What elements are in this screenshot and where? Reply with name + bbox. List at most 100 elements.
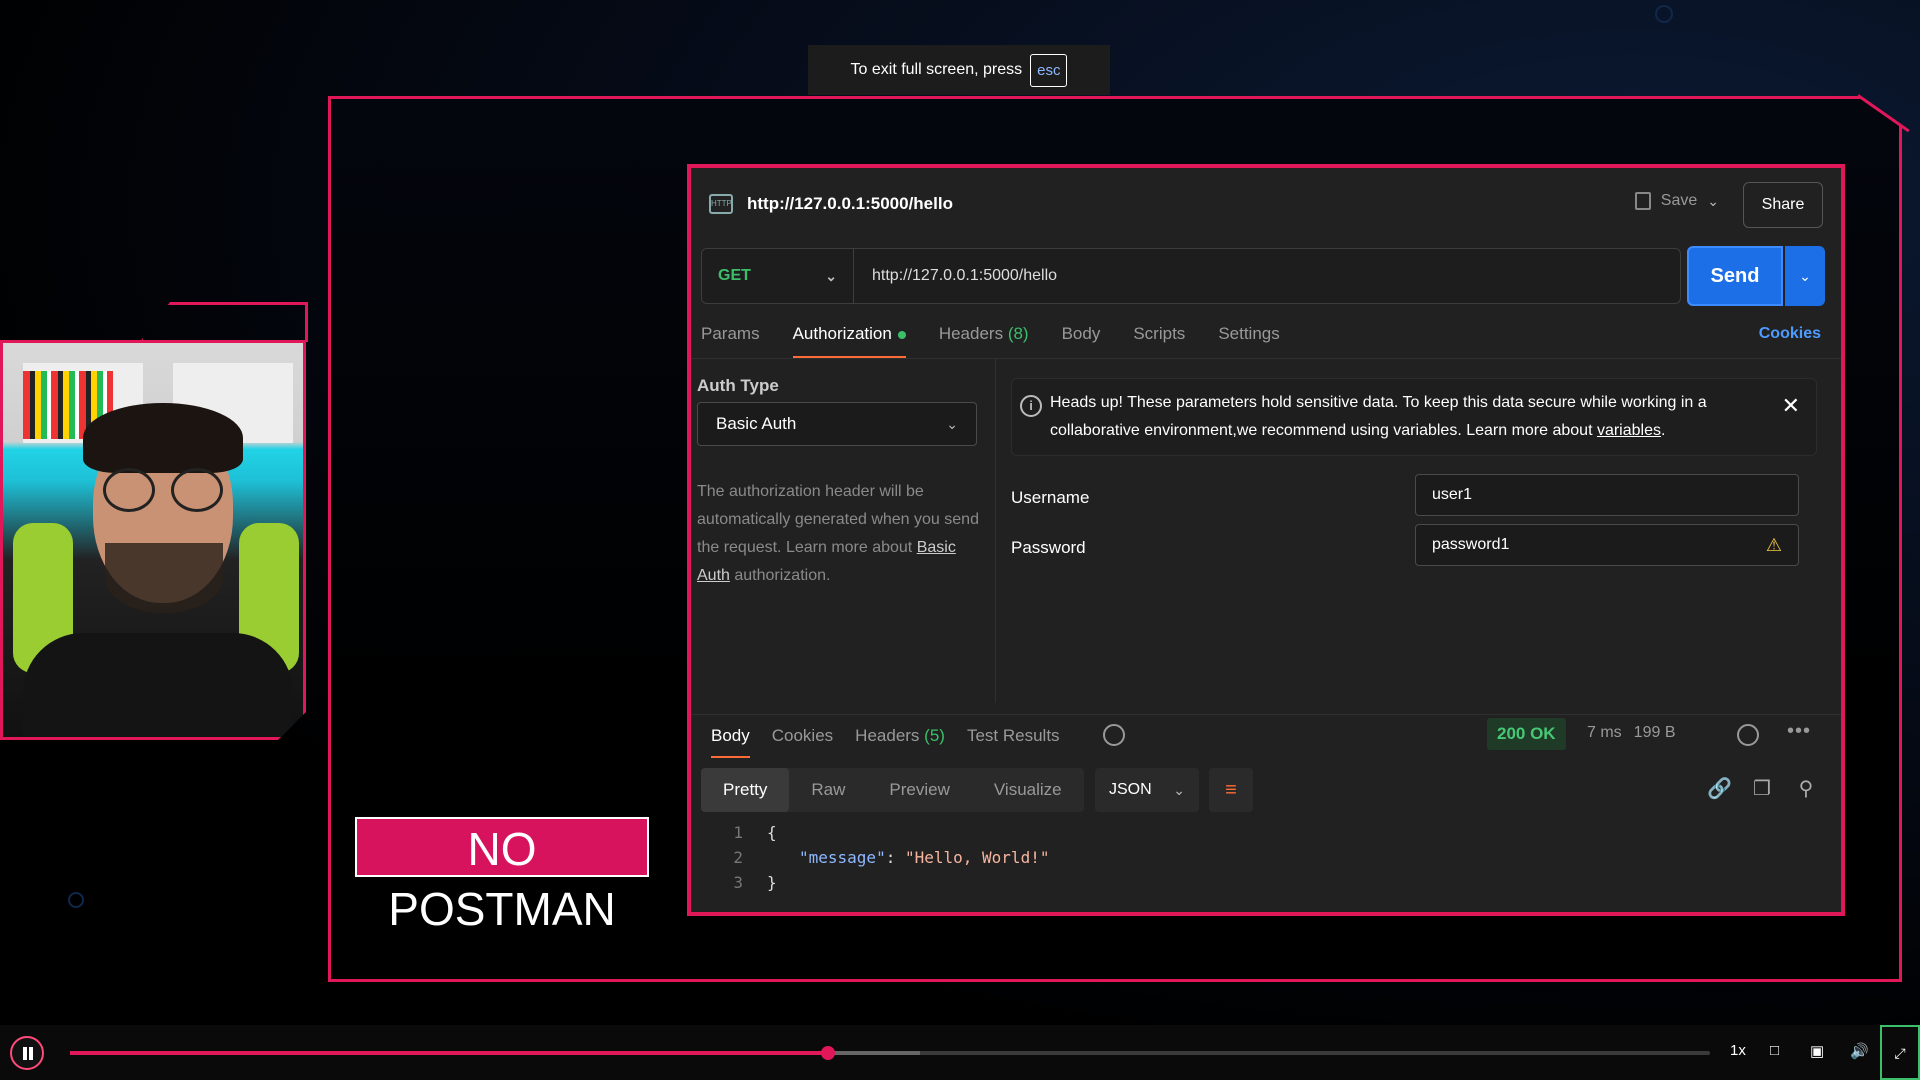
code-text: {: [767, 823, 777, 842]
resp-tab-test-results[interactable]: Test Results: [967, 726, 1060, 746]
more-icon[interactable]: •••: [1787, 720, 1811, 743]
auth-type-select[interactable]: Basic Auth ⌄: [697, 402, 977, 446]
url-bar: GET ⌄ http://127.0.0.1:5000/hello: [701, 248, 1681, 304]
auth-description: The authorization header will be automat…: [697, 478, 987, 590]
tab-count: (8): [1007, 324, 1029, 343]
seek-bar[interactable]: [70, 1046, 1710, 1060]
method-select[interactable]: GET ⌄: [702, 249, 854, 303]
variables-link[interactable]: variables: [1597, 422, 1661, 439]
globe-icon[interactable]: [1737, 724, 1759, 746]
line-number: 3: [733, 873, 743, 892]
chevron-down-icon: ⌄: [946, 415, 958, 432]
player-controls: 1x □ ▣ 🔊 ⤢: [0, 1025, 1920, 1080]
chevron-down-icon: ⌄: [825, 267, 837, 284]
background-dot: [1655, 5, 1673, 23]
json-sep: :: [885, 848, 905, 867]
banner-text: Heads up! These parameters hold sensitiv…: [1050, 389, 1780, 445]
url-input[interactable]: http://127.0.0.1:5000/hello: [854, 267, 1057, 285]
response-meta: 7 ms 199 B: [1587, 724, 1675, 742]
method-value: GET: [718, 267, 751, 284]
view-preview[interactable]: Preview: [867, 768, 971, 812]
tab-label: Headers: [938, 324, 1004, 343]
view-pretty[interactable]: Pretty: [701, 768, 790, 812]
tab-label: Headers: [855, 726, 920, 745]
glasses-right: [171, 468, 223, 512]
code-line: 2 "message" : "Hello, World!": [711, 845, 1811, 870]
status-badge: 200 OK: [1487, 718, 1566, 750]
password-value: password1: [1432, 536, 1510, 553]
tab-label: Body: [1061, 324, 1101, 343]
resp-tab-headers[interactable]: Headers (5): [855, 726, 945, 746]
warning-icon[interactable]: ⚠: [1766, 535, 1782, 556]
line-number: 1: [733, 823, 743, 842]
save-icon: [1634, 192, 1651, 210]
tab-headers[interactable]: Headers (8): [939, 320, 1029, 360]
tab-count: (5): [924, 726, 945, 745]
pause-button[interactable]: [10, 1036, 44, 1070]
share-button[interactable]: Share: [1743, 182, 1823, 228]
search-icon[interactable]: ⚲: [1795, 778, 1817, 800]
http-icon: HTTP: [709, 194, 733, 214]
captions-icon[interactable]: □: [1770, 1042, 1779, 1059]
copy-icon[interactable]: ❐: [1751, 778, 1773, 800]
line-number: 2: [733, 848, 743, 867]
glasses-left: [103, 468, 155, 512]
username-value: user1: [1432, 486, 1473, 503]
link-icon[interactable]: 🔗: [1707, 778, 1732, 800]
json-value: "Hello, World!": [904, 848, 1050, 867]
cookies-link[interactable]: Cookies: [1759, 320, 1821, 348]
active-dot-icon: [897, 330, 906, 339]
seek-knob[interactable]: [820, 1046, 835, 1060]
tab-label: Settings: [1218, 324, 1280, 343]
request-title[interactable]: http://127.0.0.1:5000/hello: [747, 194, 953, 214]
format-value: JSON: [1109, 781, 1152, 798]
resp-tab-body[interactable]: Body: [711, 726, 750, 758]
json-key: "message": [799, 848, 886, 867]
toast-text: To exit full screen, press: [850, 61, 1023, 78]
volume-icon[interactable]: 🔊: [1850, 1042, 1869, 1060]
username-field[interactable]: user1: [1415, 474, 1799, 516]
response-time: 7 ms: [1587, 724, 1622, 741]
pip-icon[interactable]: ▣: [1810, 1042, 1824, 1060]
beard: [105, 543, 223, 613]
banner-end: .: [1660, 422, 1666, 439]
chevron-down-icon: ⌄: [1173, 781, 1185, 798]
save-label: Save: [1660, 192, 1698, 209]
postman-window: HTTP http://127.0.0.1:5000/hello Save ⌄ …: [687, 164, 1845, 916]
shirt: [23, 633, 293, 740]
tab-scripts[interactable]: Scripts: [1133, 320, 1185, 360]
tab-authorization[interactable]: Authorization: [792, 320, 907, 360]
sensitive-data-banner: i Heads up! These parameters hold sensit…: [1011, 378, 1817, 456]
format-select[interactable]: JSON ⌄: [1095, 768, 1199, 812]
tab-params[interactable]: Params: [701, 320, 760, 360]
request-tabs: Params Authorization Headers (8) Body Sc…: [701, 320, 1831, 360]
view-raw[interactable]: Raw: [789, 768, 867, 812]
send-dropdown-button[interactable]: ⌄: [1785, 246, 1825, 306]
exit-fullscreen-icon[interactable]: ⤢: [1880, 1025, 1920, 1080]
history-icon[interactable]: [1103, 724, 1125, 746]
hair: [83, 403, 243, 473]
username-label: Username: [1011, 488, 1090, 507]
close-icon[interactable]: ✕: [1782, 393, 1800, 419]
esc-key-hint: esc: [1030, 53, 1068, 87]
view-mode-bar: Pretty Raw Preview Visualize: [701, 768, 1084, 812]
tab-settings[interactable]: Settings: [1218, 320, 1279, 360]
wrap-lines-icon[interactable]: ≡: [1209, 768, 1253, 812]
auth-desc-end: authorization.: [729, 567, 831, 584]
code-text: }: [767, 873, 777, 892]
send-button[interactable]: Send: [1687, 246, 1783, 306]
tab-label: Scripts: [1133, 324, 1186, 343]
info-icon: i: [1020, 395, 1042, 417]
password-field[interactable]: password1 ⚠: [1415, 524, 1799, 566]
save-button[interactable]: Save ⌄: [1634, 192, 1719, 210]
view-visualize[interactable]: Visualize: [972, 768, 1084, 812]
chevron-down-icon[interactable]: ⌄: [1707, 193, 1719, 210]
code-line: 3 }: [711, 870, 1811, 895]
divider: [691, 358, 1841, 359]
tab-body[interactable]: Body: [1062, 320, 1101, 360]
webcam-feed: [0, 340, 306, 740]
response-body: 1 { 2 "message" : "Hello, World!" 3 }: [711, 820, 1811, 895]
resp-tab-cookies[interactable]: Cookies: [772, 726, 833, 746]
speed-button[interactable]: 1x: [1730, 1042, 1746, 1059]
